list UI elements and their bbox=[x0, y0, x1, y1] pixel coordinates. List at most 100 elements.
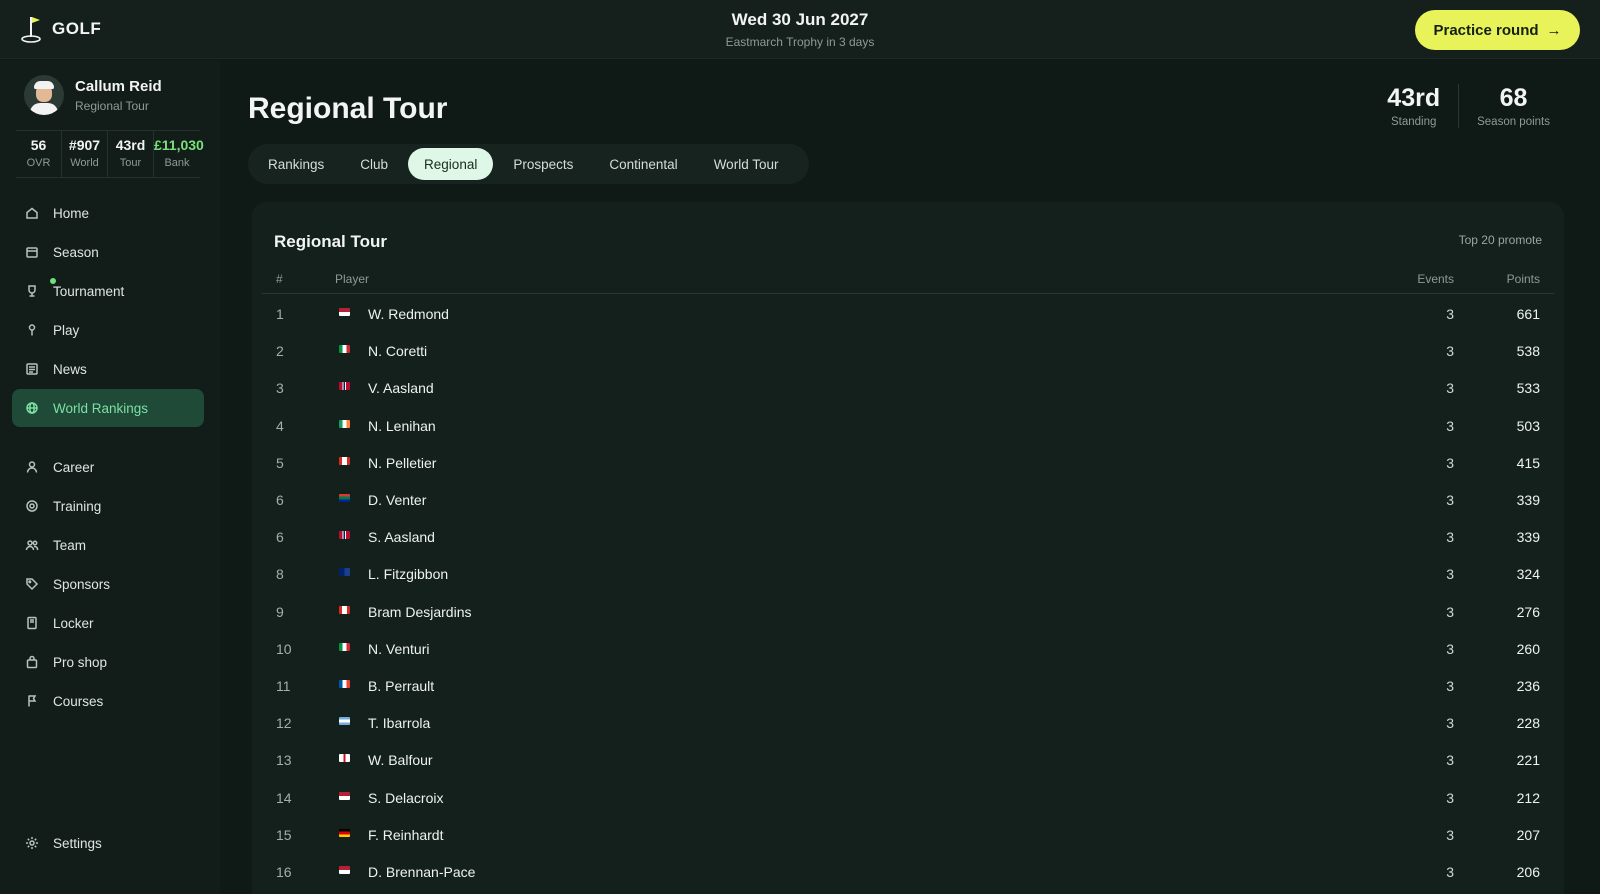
team-icon bbox=[25, 538, 39, 552]
row-events: 3 bbox=[1446, 380, 1454, 397]
player-name-link[interactable]: W. Balfour bbox=[368, 752, 433, 768]
table-row[interactable]: 12 T. Ibarrola 3 228 bbox=[262, 704, 1554, 742]
country-flag-icon bbox=[339, 717, 350, 726]
nav-label: Courses bbox=[53, 693, 104, 709]
nav-item-courses[interactable]: Courses bbox=[12, 682, 204, 720]
table-row[interactable]: 11 B. Perrault 3 236 bbox=[262, 667, 1554, 705]
player-name-link[interactable]: S. Aasland bbox=[368, 529, 435, 545]
table-row[interactable]: 15 F. Reinhardt 3 207 bbox=[262, 816, 1554, 854]
nav-item-home[interactable]: Home bbox=[12, 194, 204, 232]
tab-continental[interactable]: Continental bbox=[593, 148, 693, 180]
table-row[interactable]: 5 N. Pelletier 3 415 bbox=[262, 444, 1554, 482]
season-points-label: Season points bbox=[1477, 116, 1550, 128]
trophy-icon bbox=[25, 284, 39, 298]
tab-regional[interactable]: Regional bbox=[408, 148, 494, 180]
row-points: 324 bbox=[1516, 566, 1540, 583]
nav-item-sponsors[interactable]: Sponsors bbox=[12, 565, 204, 603]
player-name-link[interactable]: V. Aasland bbox=[368, 380, 434, 396]
row-events: 3 bbox=[1446, 864, 1454, 880]
gear-icon bbox=[25, 836, 39, 850]
table-row[interactable]: 8 L. Fitzgibbon 3 324 bbox=[262, 555, 1554, 593]
table-row[interactable]: 2 N. Coretti 3 538 bbox=[262, 332, 1554, 370]
nav-label: Locker bbox=[53, 615, 94, 631]
player-name-link[interactable]: B. Perrault bbox=[368, 678, 434, 694]
table-row[interactable]: 9 Bram Desjardins 3 276 bbox=[262, 593, 1554, 631]
nav-item-settings[interactable]: Settings bbox=[12, 824, 204, 862]
player-name-link[interactable]: N. Venturi bbox=[368, 641, 429, 657]
profile-card[interactable]: Callum Reid Regional Tour bbox=[24, 75, 162, 115]
row-points: 339 bbox=[1516, 492, 1540, 508]
table-row[interactable]: 16 D. Brennan-Pace 3 206 bbox=[262, 853, 1554, 891]
practice-round-button[interactable]: Practice round → bbox=[1415, 10, 1580, 50]
column-points[interactable]: Points bbox=[1507, 272, 1540, 286]
tab-club[interactable]: Club bbox=[344, 148, 404, 180]
nav-item-tournament[interactable]: Tournament bbox=[12, 272, 204, 310]
row-points: 339 bbox=[1516, 529, 1540, 546]
player-name-link[interactable]: Bram Desjardins bbox=[368, 604, 471, 620]
column-events[interactable]: Events bbox=[1417, 272, 1454, 286]
stat-label: World bbox=[70, 157, 99, 169]
nav-item-news[interactable]: News bbox=[12, 350, 204, 388]
shopping-bag-icon bbox=[25, 655, 39, 669]
country-flag-icon bbox=[339, 531, 350, 540]
row-events: 3 bbox=[1446, 529, 1454, 546]
player-name-link[interactable]: N. Pelletier bbox=[368, 455, 436, 471]
stat-value: #907 bbox=[68, 137, 101, 153]
player-name-link[interactable]: N. Lenihan bbox=[368, 418, 436, 434]
player-name-link[interactable]: F. Reinhardt bbox=[368, 827, 443, 843]
row-points: 228 bbox=[1516, 715, 1540, 732]
promotion-note: Top 20 promote bbox=[1458, 233, 1542, 247]
nav-label: Pro shop bbox=[53, 654, 108, 670]
locker-icon bbox=[25, 616, 39, 630]
card-title: Regional Tour bbox=[274, 232, 388, 251]
nav-item-training[interactable]: Training bbox=[12, 487, 204, 525]
nav-item-play[interactable]: Play bbox=[12, 311, 204, 349]
table-row[interactable]: 6 D. Venter 3 339 bbox=[262, 481, 1554, 519]
table-row[interactable]: 14 S. Delacroix 3 212 bbox=[262, 779, 1554, 817]
column-rank[interactable]: # bbox=[276, 272, 283, 286]
table-row[interactable]: 3 V. Aasland 3 533 bbox=[262, 369, 1554, 407]
tab-prospects[interactable]: Prospects bbox=[497, 148, 589, 180]
nav-item-season[interactable]: Season bbox=[12, 233, 204, 271]
practice-round-label: Practice round bbox=[1433, 21, 1539, 39]
country-flag-icon bbox=[339, 419, 350, 428]
row-points: 236 bbox=[1516, 678, 1540, 694]
date-block: Wed 30 Jun 2027 Eastmarch Trophy in 3 da… bbox=[0, 10, 1600, 49]
player-name-link[interactable]: D. Venter bbox=[368, 492, 426, 508]
table-row[interactable]: 10 N. Venturi 3 260 bbox=[262, 630, 1554, 668]
player-name-link[interactable]: N. Coretti bbox=[368, 343, 427, 359]
home-icon bbox=[25, 206, 39, 220]
player-name-link[interactable]: D. Brennan-Pace bbox=[368, 864, 475, 880]
globe-icon bbox=[25, 401, 39, 415]
stat-label: OVR bbox=[26, 157, 51, 169]
header-stats: 43rd Standing 68 Season points bbox=[1369, 84, 1568, 128]
nav-item-pro-shop[interactable]: Pro shop bbox=[12, 643, 204, 681]
nav-item-team[interactable]: Team bbox=[12, 526, 204, 564]
row-events: 3 bbox=[1446, 826, 1454, 843]
table-row[interactable]: 13 W. Balfour 3 221 bbox=[262, 741, 1554, 779]
player-name-link[interactable]: L. Fitzgibbon bbox=[368, 566, 448, 582]
player-name-link[interactable]: W. Redmond bbox=[368, 306, 449, 322]
nav-item-world-rankings[interactable]: World Rankings bbox=[12, 389, 204, 427]
table-row[interactable]: 1 W. Redmond 3 661 bbox=[262, 295, 1554, 333]
column-player[interactable]: Player bbox=[335, 272, 369, 286]
tab-rankings[interactable]: Rankings bbox=[252, 148, 340, 180]
country-flag-icon bbox=[339, 494, 350, 502]
row-events: 3 bbox=[1446, 640, 1454, 657]
nav-item-career[interactable]: Career bbox=[12, 448, 204, 486]
table-row[interactable]: 6 S. Aasland 3 339 bbox=[262, 518, 1554, 556]
row-points: 221 bbox=[1516, 752, 1540, 769]
season-points-value: 68 bbox=[1499, 84, 1528, 112]
row-points: 206 bbox=[1516, 864, 1540, 880]
tag-icon bbox=[25, 577, 39, 591]
player-name-link[interactable]: S. Delacroix bbox=[368, 790, 443, 806]
nav-item-locker[interactable]: Locker bbox=[12, 604, 204, 642]
player-name-link[interactable]: T. Ibarrola bbox=[368, 715, 430, 731]
arrow-right-icon: → bbox=[1546, 21, 1562, 39]
tab-world-tour[interactable]: World Tour bbox=[698, 148, 795, 180]
standing-stat: 43rd Standing bbox=[1369, 84, 1460, 128]
stat-value: 56 bbox=[30, 137, 47, 153]
row-rank: 14 bbox=[276, 789, 292, 806]
table-row[interactable]: 4 N. Lenihan 3 503 bbox=[262, 407, 1554, 445]
row-events: 3 bbox=[1446, 306, 1454, 322]
